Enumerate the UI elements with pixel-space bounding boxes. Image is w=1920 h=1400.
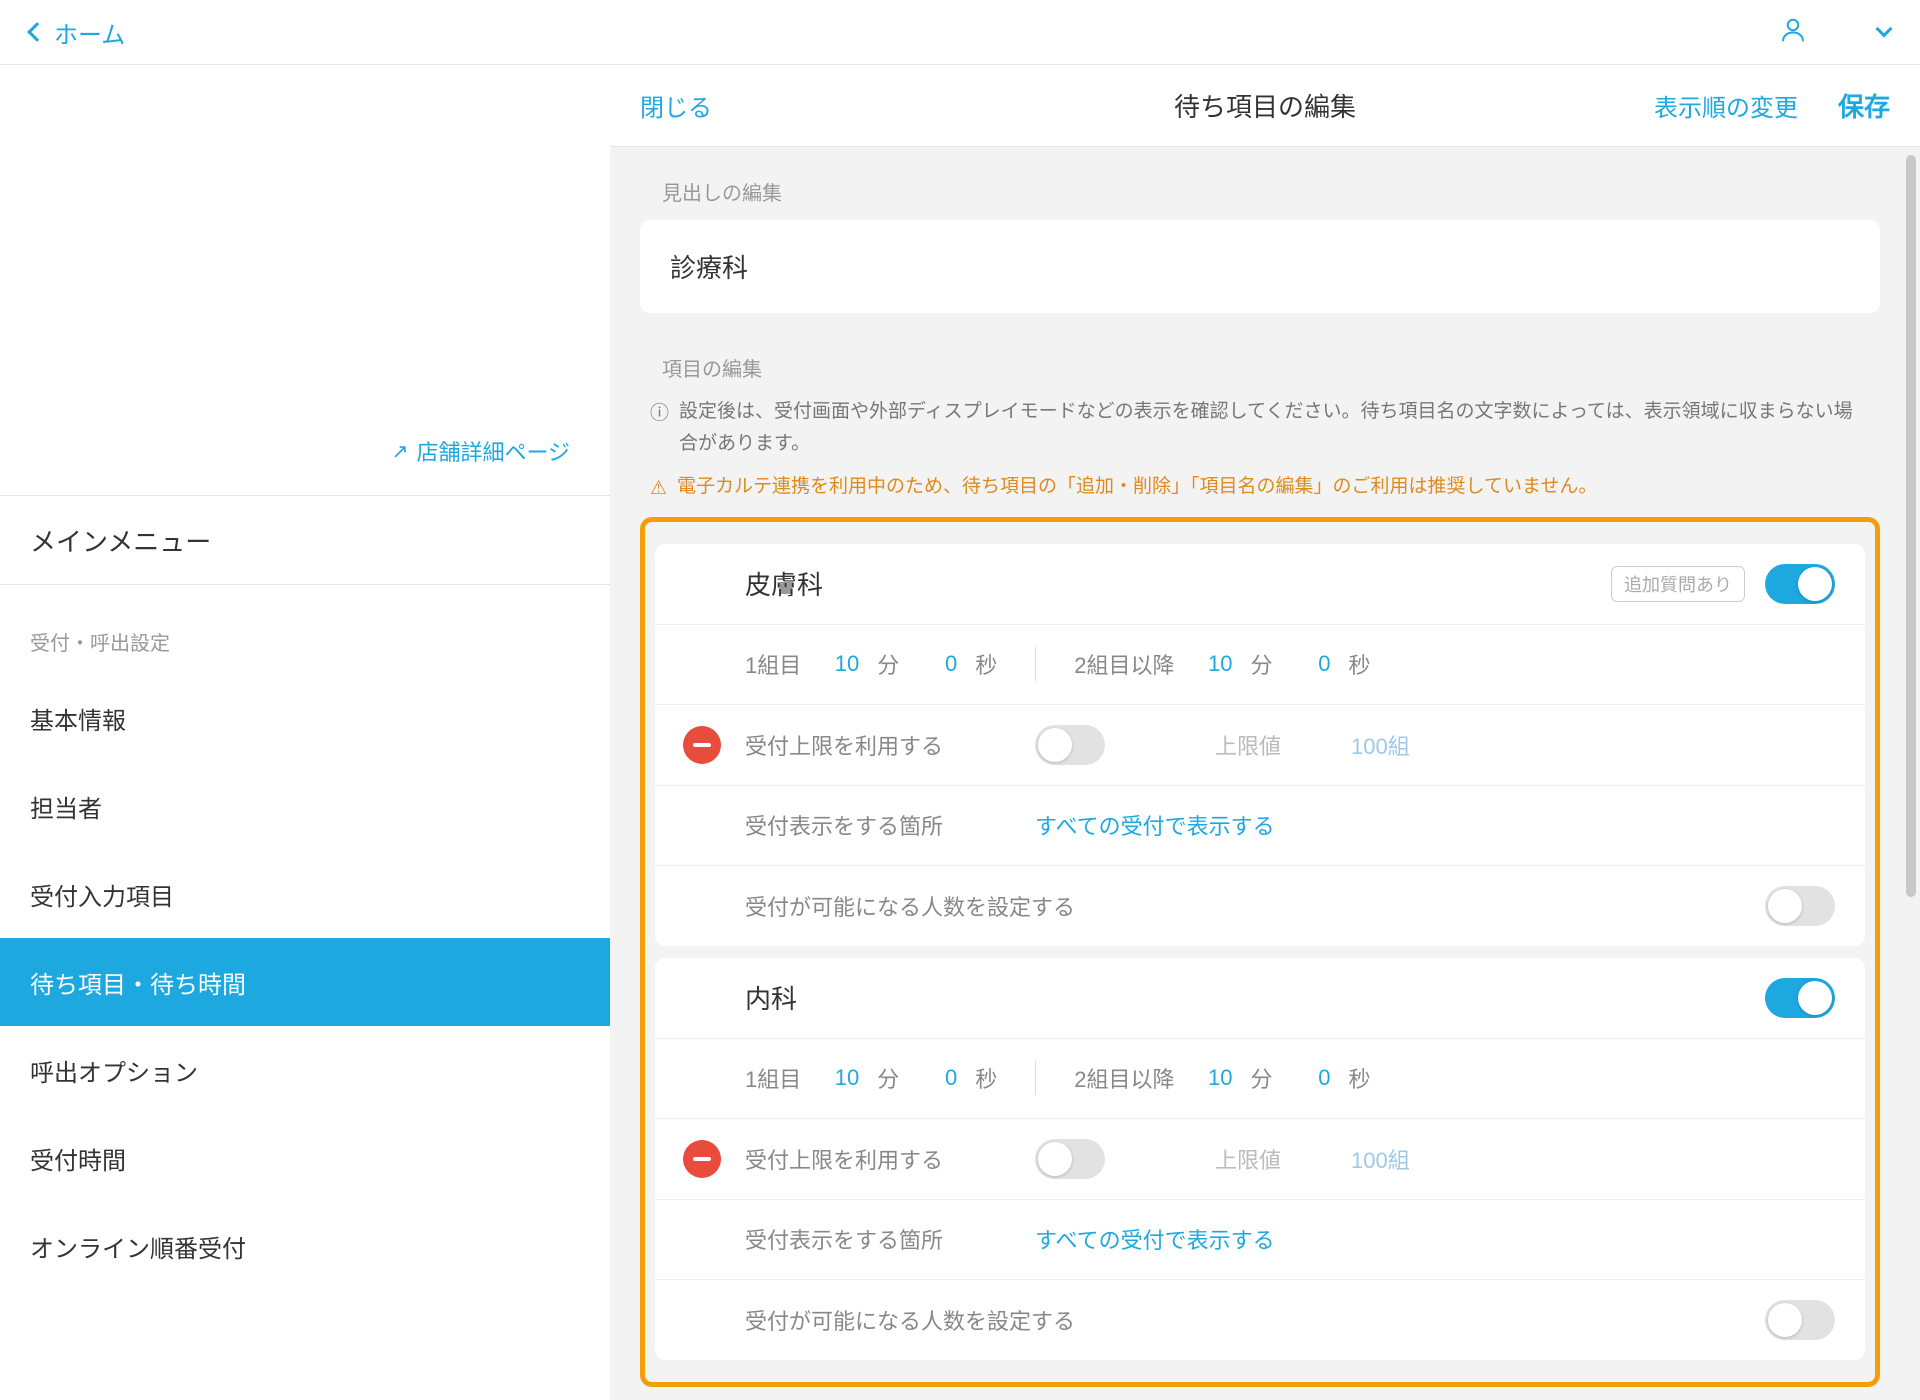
time-row: 1組目10分0秒2組目以降10分0秒 [745,647,1371,681]
external-link-icon: ↗ [392,439,409,464]
time-row: 1組目10分0秒2組目以降10分0秒 [745,1061,1371,1095]
chevron-left-icon [27,22,47,42]
items-highlight-box: 皮膚科追加質問あり1組目10分0秒2組目以降10分0秒受付上限を利用する上限値1… [640,517,1880,1387]
store-detail-link[interactable]: ↗ 店舗詳細ページ [392,435,570,467]
info-icon: ⓘ [650,398,669,461]
warning-icon: ⚠ [650,473,667,505]
limit-label: 上限値 [1215,729,1281,761]
g1-sec-value[interactable]: 0 [917,1065,957,1091]
display-where-value[interactable]: すべての受付で表示する [1035,809,1275,841]
display-where-label: 受付表示をする箇所 [745,809,1005,841]
wait-item-card: 内科1組目10分0秒2組目以降10分0秒受付上限を利用する上限値100組受付表示… [655,958,1865,1360]
limit-toggle[interactable] [1035,1139,1105,1179]
close-button[interactable]: 閉じる [640,88,712,123]
group2-label: 2組目以降 [1074,648,1174,680]
heading-edit-label: 見出しの編集 [662,177,1880,206]
back-home-button[interactable]: ホーム [30,15,125,50]
heading-input[interactable]: 診療科 [640,220,1880,313]
capacity-toggle[interactable] [1765,1300,1835,1340]
limit-label: 上限値 [1215,1143,1281,1175]
topbar: ホーム [0,0,1920,65]
extra-question-badge: 追加質問あり [1611,566,1745,602]
limit-use-label: 受付上限を利用する [745,1143,1005,1175]
user-icon[interactable] [1778,15,1808,50]
sidebar-section-label: 受付・呼出設定 [0,585,610,674]
delete-button[interactable] [683,726,721,764]
sidebar-item[interactable]: 呼出オプション [0,1026,610,1114]
sidebar-item[interactable]: 担当者 [0,762,610,850]
sidebar-item[interactable]: オンライン順番受付 [0,1202,610,1290]
sidebar-item[interactable]: 受付時間 [0,1114,610,1202]
group1-label: 1組目 [745,648,801,680]
item-name: 皮膚科 [745,565,1611,602]
g1-min-value[interactable]: 10 [819,651,859,677]
g1-min-value[interactable]: 10 [819,1065,859,1091]
page-title: 待ち項目の編集 [1174,87,1356,124]
capacity-label: 受付が可能になる人数を設定する [745,890,1765,922]
sidebar: ↗ 店舗詳細ページ メインメニュー 受付・呼出設定 基本情報担当者受付入力項目待… [0,65,610,1400]
store-link-label: 店舗詳細ページ [416,435,570,467]
item-name: 内科 [745,979,1765,1016]
sidebar-item[interactable]: 待ち項目・待ち時間 [0,938,610,1026]
g2-min-value[interactable]: 10 [1193,1065,1233,1091]
capacity-toggle[interactable] [1765,886,1835,926]
scrollbar[interactable] [1906,155,1916,1392]
sidebar-main-menu[interactable]: メインメニュー [0,495,610,585]
g1-sec-value[interactable]: 0 [917,651,957,677]
g2-sec-value[interactable]: 0 [1291,1065,1331,1091]
chevron-down-icon[interactable] [1876,21,1893,38]
display-where-label: 受付表示をする箇所 [745,1223,1005,1255]
items-edit-label: 項目の編集 [662,353,1880,382]
info-note: ⓘ 設定後は、受付画面や外部ディスプレイモードなどの表示を確認してください。待ち… [650,396,1870,461]
capacity-label: 受付が可能になる人数を設定する [745,1304,1765,1336]
content-scroll[interactable]: 見出しの編集 診療科 項目の編集 ⓘ 設定後は、受付画面や外部ディスプレイモード… [610,147,1920,1400]
limit-toggle[interactable] [1035,725,1105,765]
limit-use-label: 受付上限を利用する [745,729,1005,761]
delete-button[interactable] [683,1140,721,1178]
g2-sec-value[interactable]: 0 [1291,651,1331,677]
save-button[interactable]: 保存 [1838,87,1890,124]
reorder-button[interactable]: 表示順の変更 [1654,88,1798,123]
warning-note: ⚠ 電子カルテ連携を利用中のため、待ち項目の「追加・削除」「項目名の編集」のご利… [650,471,1870,505]
display-where-value[interactable]: すべての受付で表示する [1035,1223,1275,1255]
group1-label: 1組目 [745,1062,801,1094]
g2-min-value[interactable]: 10 [1193,651,1233,677]
sidebar-item[interactable]: 受付入力項目 [0,850,610,938]
enable-toggle[interactable] [1765,564,1835,604]
home-label: ホーム [54,15,125,50]
sidebar-item[interactable]: 基本情報 [0,674,610,762]
group2-label: 2組目以降 [1074,1062,1174,1094]
limit-value[interactable]: 100組 [1351,1143,1410,1175]
enable-toggle[interactable] [1765,978,1835,1018]
scrollbar-thumb[interactable] [1906,155,1916,897]
limit-value[interactable]: 100組 [1351,729,1410,761]
content-header: 閉じる 待ち項目の編集 表示順の変更 保存 [610,65,1920,147]
content-panel: 閉じる 待ち項目の編集 表示順の変更 保存 見出しの編集 診療科 項目の編集 ⓘ [610,65,1920,1400]
wait-item-card: 皮膚科追加質問あり1組目10分0秒2組目以降10分0秒受付上限を利用する上限値1… [655,544,1865,946]
